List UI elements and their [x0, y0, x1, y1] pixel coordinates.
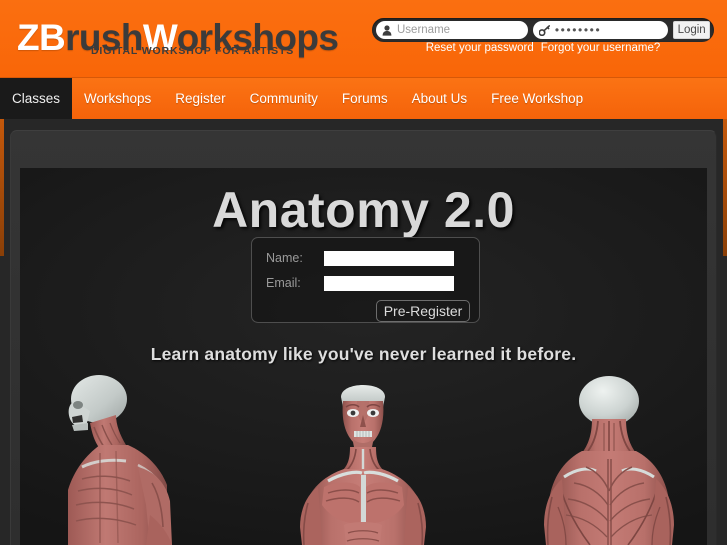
site-logo[interactable]: ZBrushWorkshops DIGITAL WORKSHOP FOR ART…: [17, 17, 339, 60]
username-field[interactable]: Username: [376, 21, 528, 39]
nav-item-register[interactable]: Register: [163, 78, 237, 119]
nav-item-about-us[interactable]: About Us: [400, 78, 480, 119]
key-icon: [538, 24, 550, 36]
nav-item-forums[interactable]: Forums: [330, 78, 400, 119]
left-orange-rail: [0, 119, 4, 256]
nav-item-free-workshop[interactable]: Free Workshop: [479, 78, 595, 119]
ecorche-side-view: [68, 375, 172, 545]
name-row: Name:: [266, 250, 454, 266]
password-field[interactable]: ••••••••: [532, 21, 669, 39]
page-root: ZBrushWorkshops DIGITAL WORKSHOP FOR ART…: [0, 0, 727, 545]
login-widget: Username •••••••• Login: [372, 18, 714, 42]
ecorche-back-view: [544, 376, 674, 545]
name-label: Name:: [266, 251, 303, 265]
right-orange-rail: [723, 119, 727, 256]
name-input[interactable]: [324, 250, 454, 266]
nav-item-classes[interactable]: Classes: [0, 78, 73, 119]
nav-item-community[interactable]: Community: [238, 78, 330, 119]
password-input-text: ••••••••: [554, 23, 602, 37]
email-label: Email:: [266, 276, 301, 290]
hero-banner: Anatomy 2.0 Name: Email: Pre-Register Le…: [20, 168, 707, 545]
forgot-username-link[interactable]: Forgot your username?: [541, 42, 661, 54]
login-help-links: Reset your password Forgot your username?: [372, 42, 714, 54]
hero-tagline: Learn anatomy like you've never learned …: [150, 344, 577, 364]
anatomy-figures: [20, 375, 707, 545]
logo-text-zb: ZB: [17, 17, 66, 58]
site-header: ZBrushWorkshops DIGITAL WORKSHOP FOR ART…: [0, 0, 727, 77]
email-input[interactable]: [324, 275, 454, 291]
email-row: Email:: [266, 275, 454, 291]
logo-tagline: DIGITAL WORKSHOP FOR ARTISTS: [91, 45, 295, 57]
main-navigation: Classes Workshops Register Community For…: [0, 77, 727, 119]
page-title: Anatomy 2.0: [212, 182, 515, 238]
pre-register-form: Name: Email: Pre-Register: [251, 237, 480, 323]
ecorche-front-view: [300, 385, 426, 545]
nav-item-workshops[interactable]: Workshops: [72, 78, 163, 119]
login-button[interactable]: Login: [673, 21, 710, 39]
username-input-text: Username: [397, 24, 451, 36]
pre-register-button[interactable]: Pre-Register: [376, 300, 470, 322]
user-icon: [382, 24, 392, 36]
reset-password-link[interactable]: Reset your password: [426, 42, 534, 54]
